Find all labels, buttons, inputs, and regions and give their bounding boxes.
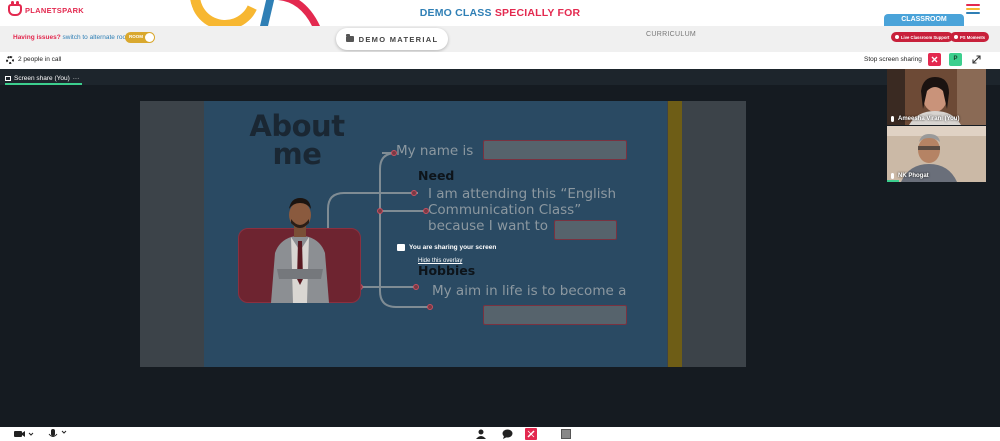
stop-sharing-label: Stop screen sharing (864, 56, 922, 63)
header: PLANETSPARK DEMO CLASS SPECIALLY FOR (0, 0, 1000, 40)
slide-title: About me (237, 109, 357, 171)
bottom-control-bar (0, 427, 1000, 441)
p-badge[interactable]: P (949, 53, 962, 66)
mic-icon[interactable] (48, 429, 70, 439)
screen-share-icon (397, 244, 405, 251)
overlay-message-text: You are sharing your screen (409, 244, 497, 251)
slide-side-strip (668, 101, 682, 367)
presenter-photo (271, 198, 329, 303)
blank-name (483, 140, 627, 160)
speaking-indicator (887, 180, 899, 182)
more-icon[interactable]: ··· (73, 75, 80, 82)
participant-name-1-label: Ameesha Virani (You) (898, 116, 960, 122)
support-icon (895, 35, 899, 39)
title-part-2: SPECIALLY FOR (494, 7, 581, 19)
sharing-overlay-message: You are sharing your screen (397, 244, 496, 251)
stop-sharing-button[interactable] (928, 53, 941, 66)
mic-icon (891, 116, 894, 122)
participant-name-2: NK Phogat (891, 173, 929, 179)
slide-text-hobbies: Hobbies (418, 263, 476, 278)
gear-icon[interactable] (6, 56, 14, 64)
app-root: PLANETSPARK DEMO CLASS SPECIALLY FOR Hav… (0, 0, 1000, 441)
monitor-icon (5, 75, 11, 81)
slide-text-aim: My aim in life is to become a (432, 283, 627, 299)
issues-notice: Having issues? switch to alternate room (13, 34, 132, 41)
people-count: 2 people in call (18, 56, 62, 63)
mic-icon (891, 173, 894, 179)
moments-icon (954, 35, 958, 39)
chat-icon[interactable] (502, 429, 513, 439)
tab-curriculum[interactable]: CURRICULUM (646, 31, 696, 38)
live-support-label: Live Classroom Support (901, 34, 950, 40)
slide-title-line-1: About (249, 109, 345, 143)
people-icon[interactable] (476, 429, 486, 439)
live-support-button[interactable]: Live Classroom Support (891, 32, 954, 42)
expand-icon[interactable] (971, 54, 982, 65)
stop-square-icon[interactable] (561, 429, 571, 439)
slide-text-attending-1: I am attending this “English (428, 186, 617, 202)
issues-question: Having issues? (13, 34, 61, 41)
blank-aim (483, 305, 627, 325)
participant-tile-1[interactable]: Ameesha Virani (You) (887, 69, 986, 125)
slide-text-need: Need (418, 168, 455, 183)
page-title: DEMO CLASS SPECIALLY FOR (0, 7, 1000, 19)
slide-text-name: My name is (396, 143, 474, 159)
tab-demo-material[interactable]: DEMO MATERIAL (336, 28, 448, 50)
switch-label: ROOM (129, 34, 143, 39)
switch-knob (145, 33, 154, 42)
camera-icon[interactable] (13, 429, 35, 439)
room-switch-toggle[interactable]: ROOM (125, 32, 155, 43)
hide-overlay-link[interactable]: Hide this overlay (418, 258, 462, 264)
ps-moments-label: PS Moments (960, 34, 986, 40)
whiteboard-icon[interactable] (525, 428, 537, 440)
slide-text-attending-3: because I want to (428, 218, 549, 234)
tab-classroom[interactable]: CLASSROOM (884, 14, 964, 26)
slide-text-attending-2: Communication Class” (428, 202, 582, 218)
menu-icon[interactable] (966, 4, 980, 16)
demo-material-label: DEMO MATERIAL (358, 34, 439, 44)
folder-icon (345, 34, 354, 42)
participant-name-1: Ameesha Virani (You) (891, 116, 959, 122)
participant-name-2-label: NK Phogat (898, 173, 929, 179)
close-icon (931, 56, 938, 63)
screen-share-stage: Screen share (You) ··· About me My name … (0, 69, 1000, 427)
ps-moments-button[interactable]: PS Moments (950, 32, 990, 42)
toolbar: Having issues? switch to alternate room … (0, 26, 1000, 52)
participant-tile-2[interactable]: NK Phogat (887, 126, 986, 182)
alternate-room-link[interactable]: switch to alternate room (63, 34, 132, 41)
share-tab-label: Screen share (You) (14, 74, 70, 82)
blank-want (554, 220, 617, 240)
slide-title-line-2: me (272, 137, 322, 171)
title-part-1: DEMO CLASS (419, 7, 492, 19)
shared-screen-area: About me My name is Need I am attending … (0, 85, 1000, 427)
call-bar: 2 people in call Stop screen sharing (0, 52, 1000, 69)
